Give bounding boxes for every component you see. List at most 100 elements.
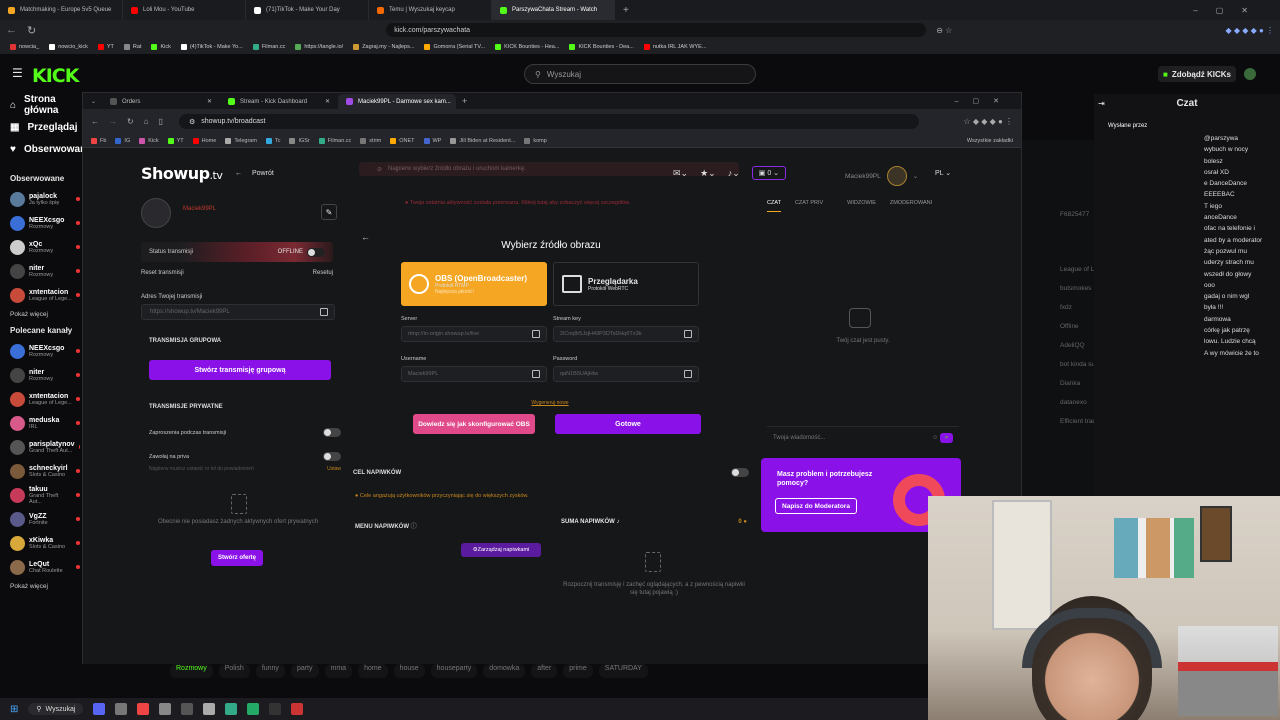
showup-logo[interactable]: Showup.tv bbox=[141, 164, 223, 183]
bookmark[interactable]: Kick bbox=[139, 137, 159, 144]
sidebar-channel[interactable]: VgZZ Fortnite bbox=[0, 507, 84, 531]
inner-address-bar[interactable]: ⚙ showup.tv/broadcast bbox=[178, 114, 919, 129]
zoom-icon[interactable]: ⊖ ☆ bbox=[936, 26, 952, 35]
all-bookmarks[interactable]: Wszystkie zakładki bbox=[967, 138, 1013, 144]
bookmark[interactable]: KICK Bounties - Dea... bbox=[569, 44, 634, 50]
explorer-icon[interactable] bbox=[115, 703, 128, 715]
new-tab-icon[interactable]: + bbox=[462, 96, 467, 106]
stream-address-field[interactable]: https://showup.tv/Maciek99PL bbox=[141, 304, 335, 320]
bookmark[interactable]: IGSr bbox=[289, 137, 310, 144]
mail-icon[interactable]: ✉⌄ bbox=[673, 168, 688, 179]
show-more-link[interactable]: Pokaż więcej bbox=[0, 311, 84, 318]
send-icon[interactable]: ➤ bbox=[939, 433, 953, 443]
bookmark[interactable]: Rat bbox=[123, 44, 141, 50]
tab-list-icon[interactable]: ⌄ bbox=[91, 98, 96, 105]
collapse-chat-icon[interactable]: ⇥ bbox=[1098, 99, 1105, 108]
outer-tab-1[interactable]: Matchmaking - Europe 5v5 Queue bbox=[0, 0, 123, 20]
app-icon[interactable] bbox=[203, 703, 216, 715]
reload-icon[interactable]: ↻ bbox=[127, 117, 134, 126]
forward-icon[interactable]: → bbox=[109, 117, 117, 126]
stream-tag[interactable]: funny bbox=[255, 664, 285, 678]
stream-tag[interactable]: home bbox=[358, 664, 388, 678]
new-tab-icon[interactable]: + bbox=[623, 5, 629, 16]
sidebar-channel[interactable]: xQc Rozmowy bbox=[0, 235, 84, 259]
bookmark[interactable]: KICK Bounties - Hea... bbox=[495, 44, 559, 50]
copy-icon[interactable] bbox=[684, 370, 692, 378]
bookmark[interactable]: nowcio_kick bbox=[49, 44, 88, 50]
sidebar-channel[interactable]: NEEXcsgo Rozmowy bbox=[0, 339, 84, 363]
nav-following[interactable]: ♥ Obserwowane bbox=[0, 138, 92, 160]
bookmark[interactable]: Telegram bbox=[225, 137, 257, 144]
outer-tab-2[interactable]: Loli Mou - YouTube bbox=[123, 0, 246, 20]
edit-profile-button[interactable]: ✎ bbox=[321, 204, 337, 220]
wallet-button[interactable]: ▣ 0 ⌄ bbox=[751, 166, 787, 180]
tab-viewers[interactable]: WIDZOWIE bbox=[847, 200, 876, 212]
stream-tag[interactable]: prime bbox=[563, 664, 593, 678]
username-field[interactable]: Maciek99PL bbox=[401, 366, 547, 382]
inner-tab-orders[interactable]: Orders ✕ bbox=[102, 94, 220, 109]
stream-tag[interactable]: Polish bbox=[218, 664, 250, 678]
language-select[interactable]: PL ⌄ bbox=[935, 169, 951, 177]
user-menu[interactable]: Maciek99PL ⌄ bbox=[845, 166, 918, 186]
inner-tab-dashboard[interactable]: Stream - Kick Dashboard ✕ bbox=[220, 94, 338, 109]
stream-tag[interactable]: mma bbox=[324, 664, 353, 678]
reset-button[interactable]: Resetuj bbox=[313, 270, 333, 276]
chat-message-input[interactable]: Twoja wiadomość... ☺ ➤ bbox=[767, 426, 959, 448]
bookmark[interactable]: Zagraj.my - Najleps... bbox=[353, 44, 414, 50]
sidebar-icon[interactable]: ▯ bbox=[159, 117, 163, 126]
sidebar-channel[interactable]: xntentacion League of Lege... bbox=[0, 387, 84, 411]
password-field[interactable]: qaN1B5UAjHtw bbox=[553, 366, 699, 382]
sidebar-channel[interactable]: schneckyirl Slots & Casino bbox=[0, 459, 84, 483]
avatar[interactable] bbox=[1244, 68, 1256, 80]
sidebar-channel[interactable]: meduska IRL bbox=[0, 411, 84, 435]
bookmark[interactable]: Kick bbox=[151, 44, 171, 50]
tab-chat[interactable]: CZAT bbox=[767, 200, 781, 212]
stream-key-field[interactable]: 2iCnq8r5JzjH49P3DTsDHq6Tx3b bbox=[553, 326, 699, 342]
hamburger-menu-icon[interactable]: ☰ bbox=[12, 66, 23, 80]
bookmark[interactable]: Home bbox=[192, 137, 216, 144]
record-icon[interactable] bbox=[291, 703, 304, 715]
bookmark[interactable]: (4)TikTok - Make Yo... bbox=[180, 44, 243, 50]
bookmark[interactable]: Gomorra (Serial TV... bbox=[424, 44, 485, 50]
sidebar-channel[interactable]: pajalock Ja tylko śpię bbox=[0, 187, 84, 211]
taskbar-search[interactable]: ⚲ Wyszukaj bbox=[28, 703, 84, 715]
bookmark[interactable]: Jill Biden at Resident... bbox=[450, 137, 515, 144]
show-more-link[interactable]: Pokaż więcej bbox=[0, 583, 84, 590]
copy-icon[interactable] bbox=[532, 330, 540, 338]
stream-tag[interactable]: domowka bbox=[483, 664, 526, 678]
bell-icon[interactable]: ♪⌄ bbox=[728, 168, 740, 179]
sidebar-channel[interactable]: niter Rozmowy bbox=[0, 363, 84, 387]
outer-tab-3[interactable]: (71)TikTok - Make Your Day bbox=[246, 0, 369, 20]
bookmark[interactable]: YT bbox=[97, 44, 114, 50]
stream-tag[interactable]: SATURDAY bbox=[598, 664, 648, 678]
obs-icon[interactable] bbox=[269, 703, 282, 715]
bookmark[interactable]: strim bbox=[360, 137, 381, 144]
nav-browse[interactable]: ▦ Przeglądaj bbox=[0, 116, 84, 138]
manage-tips-button[interactable]: ⚙ Zarządzaj napiwkami bbox=[461, 543, 541, 557]
extensions-icon[interactable]: ◆ ◆ ◆ ◆ ● ⋮ bbox=[1225, 26, 1274, 35]
bookmark[interactable]: https://tangle.io/ bbox=[295, 44, 343, 50]
sidebar-channel[interactable]: xntentacion League of Lege... bbox=[0, 283, 84, 307]
kick-logo[interactable]: KICK bbox=[32, 65, 79, 87]
close-icon[interactable]: ✕ bbox=[325, 98, 330, 105]
copy-icon[interactable] bbox=[320, 308, 328, 316]
create-offer-button[interactable]: Stwórz ofertę bbox=[211, 550, 263, 566]
stream-tag[interactable]: after bbox=[531, 664, 558, 678]
bookmark[interactable]: ONET bbox=[390, 137, 415, 144]
emoji-icon[interactable]: ☺ bbox=[932, 435, 938, 441]
tab-chat-priv[interactable]: CZAT PRIV bbox=[795, 200, 823, 212]
server-field[interactable]: rtmp://in-origin.showup.tv/live bbox=[401, 326, 547, 342]
outer-tab-4[interactable]: Temu | Wyszukaj keycap bbox=[369, 0, 492, 20]
bookmark[interactable]: Filman.cc bbox=[318, 137, 351, 144]
tip-goal-toggle[interactable] bbox=[731, 468, 749, 477]
obs-source-card[interactable]: OBS (OpenBroadcaster) Protokół RTMP Najlep… bbox=[401, 262, 547, 306]
sidebar-channel[interactable]: NEEXcsgo Rozmowy bbox=[0, 211, 84, 235]
app-icon[interactable] bbox=[181, 703, 194, 715]
stream-tag[interactable]: houseparty bbox=[430, 664, 478, 678]
invites-toggle[interactable] bbox=[323, 428, 341, 437]
copy-icon[interactable] bbox=[684, 330, 692, 338]
bookmark[interactable]: YT bbox=[167, 137, 184, 144]
create-group-stream-button[interactable]: Stwórz transmisję grupową bbox=[149, 360, 331, 380]
app-icon[interactable] bbox=[247, 703, 260, 715]
bookmark[interactable]: WP bbox=[423, 137, 441, 144]
